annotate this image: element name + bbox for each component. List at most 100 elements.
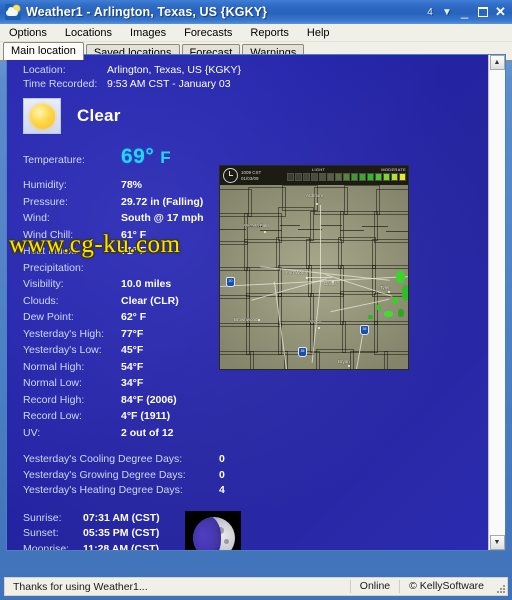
legend-swatch: [391, 173, 398, 181]
radar-timestamp: 1009 CST 01/03/09: [241, 170, 261, 181]
resize-grip-icon[interactable]: [493, 578, 507, 595]
radar-map-image[interactable]: 1009 CST 01/03/09 LIGHT MODERATE Ardmore…: [219, 165, 409, 370]
scroll-down-button[interactable]: ▼: [489, 535, 505, 550]
observation-value: 61° F: [121, 228, 147, 241]
chevron-down-icon[interactable]: ▼: [439, 4, 455, 20]
observation-label: Record Low:: [23, 410, 82, 422]
astronomy-label: Sunset:: [23, 527, 59, 539]
astronomy-row: Moonrise: 11:28 AM (CST): [23, 542, 488, 551]
menu-item-locations[interactable]: Locations: [62, 26, 121, 40]
time-recorded-label: Time Recorded:: [23, 78, 98, 90]
observation-label: Dew Point:: [23, 311, 74, 323]
degree-days-list: Yesterday's Cooling Degree Days: 0 Yester…: [7, 452, 488, 499]
observation-label: Humidity:: [23, 179, 67, 191]
legend-swatch: [367, 173, 374, 181]
astronomy-block: Sunrise: 07:31 AM (CST) Sunset: 05:35 PM (…: [7, 510, 488, 551]
city-label: Ardmore: [306, 193, 324, 198]
interstate-shield-icon: 20: [226, 277, 235, 287]
status-bar: Thanks for using Weather1... Online © Ke…: [4, 577, 508, 596]
observation-label: Yesterday's Low:: [23, 344, 102, 356]
radar-echo: [398, 309, 404, 317]
degree-day-value: 0: [219, 453, 225, 465]
status-message: Thanks for using Weather1...: [13, 580, 148, 593]
location-row: Location: Arlington, Texas, US {KGKY}: [7, 63, 488, 77]
degree-day-value: 0: [219, 468, 225, 481]
observation-label: Visibility:: [23, 278, 64, 290]
legend-swatch: [399, 173, 406, 181]
radar-canvas: Ardmore Wichita Falls Fort Worth Dallas …: [220, 185, 408, 369]
scrollbar-track[interactable]: [489, 70, 505, 535]
observation-row: UV: 2 out of 12: [7, 425, 488, 442]
help-glyph-icon[interactable]: 4: [422, 4, 438, 20]
radar-time-line1: 1009 CST: [241, 170, 262, 175]
observation-value: 29.72 in (Falling): [121, 195, 204, 208]
temperature-unit: F: [160, 148, 171, 167]
title-bar-buttons: 4 ▼ _ ✕: [422, 4, 509, 20]
observation-value: 10.0 miles: [121, 278, 172, 290]
maximize-button[interactable]: [474, 4, 491, 20]
scroll-up-button[interactable]: ▲: [489, 55, 505, 70]
observation-value: 45°F: [121, 344, 144, 356]
legend-swatch: [311, 173, 318, 181]
close-button[interactable]: ✕: [492, 4, 509, 20]
menu-bar: Options Locations Images Forecasts Repor…: [0, 24, 512, 42]
observation-value: 78%: [121, 179, 143, 191]
legend-swatch: [319, 173, 326, 181]
sun-icon: [23, 98, 61, 134]
temperature-value: 69°: [121, 145, 155, 168]
legend-swatch: [295, 173, 302, 181]
location-value: Arlington, Texas, US {KGKY}: [107, 64, 242, 76]
condition-text: Clear: [77, 106, 121, 125]
radar-echo: [384, 311, 393, 317]
menu-item-forecasts[interactable]: Forecasts: [181, 26, 241, 40]
city-label: Wichita Falls: [244, 223, 270, 228]
legend-swatch: [375, 173, 382, 181]
city-label: Fort Worth: [286, 270, 308, 275]
astronomy-label: Moonrise:: [23, 542, 70, 551]
temperature-label: Temperature:: [23, 154, 85, 166]
degree-day-row: Yesterday's Heating Degree Days: 4: [7, 483, 488, 499]
menu-item-images[interactable]: Images: [127, 26, 175, 40]
radar-echo: [392, 297, 398, 304]
time-recorded-value: 9:53 AM CST - January 03: [107, 78, 231, 90]
observation-label: Wind Chill:: [23, 228, 74, 241]
legend-swatch: [351, 173, 358, 181]
observation-label: Normal Low:: [23, 377, 82, 389]
observation-label: Precipitation:: [23, 261, 84, 274]
menu-item-reports[interactable]: Reports: [247, 26, 298, 40]
observation-label: Heat Index:: [23, 245, 77, 257]
radar-echo: [376, 305, 381, 310]
window-title: Weather1 - Arlington, Texas, US {KGKY}: [26, 5, 268, 19]
observation-value: 2 out of 12: [121, 426, 174, 439]
menu-item-options[interactable]: Options: [6, 26, 56, 40]
legend-swatch: [359, 173, 366, 181]
legend-swatches: [287, 173, 406, 181]
main-location-panel: Location: Arlington, Texas, US {KGKY} Ti…: [7, 55, 488, 550]
city-label: Bryan: [338, 359, 350, 364]
observation-value: 34°F: [121, 377, 144, 389]
degree-day-row: Yesterday's Growing Degree Days: 0: [7, 468, 488, 484]
observation-label: Yesterday's High:: [23, 327, 104, 340]
astronomy-row: Sunrise: 07:31 AM (CST): [23, 511, 488, 527]
degree-day-label: Yesterday's Heating Degree Days:: [23, 484, 183, 496]
astronomy-value: 05:35 PM (CST): [83, 527, 160, 539]
observation-value: South @ 17 mph: [121, 212, 204, 224]
radar-intensity-legend: LIGHT MODERATE: [287, 167, 406, 181]
observation-value: 71° F: [121, 245, 147, 257]
astronomy-label: Sunrise:: [23, 511, 62, 524]
minimize-button[interactable]: _: [456, 4, 473, 20]
observation-row: Normal Low: 34°F: [7, 375, 488, 392]
observation-row: Record High: 84°F (2006): [7, 392, 488, 409]
observation-value: 4°F (1911): [121, 410, 171, 422]
legend-swatch: [327, 173, 334, 181]
time-recorded-row: Time Recorded: 9:53 AM CST - January 03: [7, 77, 488, 91]
radar-echo: [402, 285, 408, 301]
condition-row: Clear: [7, 98, 488, 134]
observation-label: Pressure:: [23, 195, 68, 208]
menu-item-help[interactable]: Help: [304, 26, 339, 40]
vertical-scrollbar[interactable]: ▲ ▼: [488, 55, 505, 550]
observation-row: Record Low: 4°F (1911): [7, 408, 488, 425]
legend-swatch: [343, 173, 350, 181]
degree-day-value: 4: [219, 484, 225, 496]
city-label: Tyler: [380, 285, 390, 290]
